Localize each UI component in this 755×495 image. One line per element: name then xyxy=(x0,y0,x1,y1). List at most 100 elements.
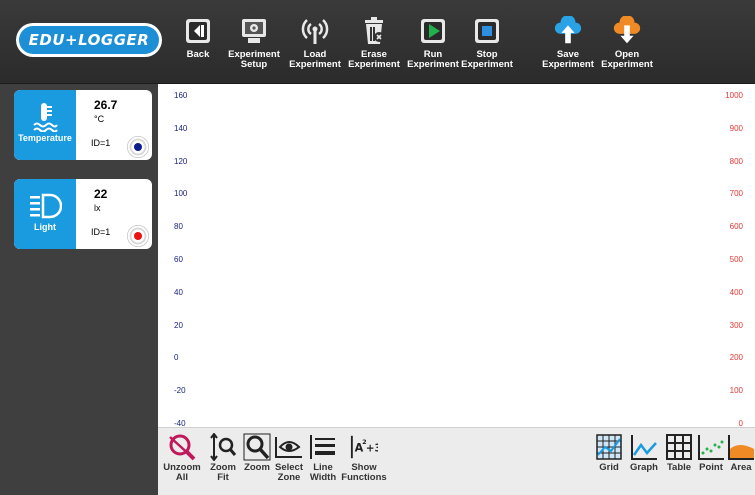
line-width-button[interactable]: Line Width xyxy=(308,433,338,483)
sensor-name: Light xyxy=(34,222,56,232)
cloud-download-icon xyxy=(612,16,642,46)
stop-experiment-button[interactable]: Stop Experiment xyxy=(458,16,516,80)
sensor-card-temperature[interactable]: Temperature 26.7 °C ID=1 xyxy=(14,90,152,160)
sensor-name: Temperature xyxy=(18,133,72,143)
unzoom-all-button[interactable]: Unzoom All xyxy=(162,433,202,483)
left-axis-tick: -20 xyxy=(174,386,186,396)
graph-icon xyxy=(630,433,658,461)
left-axis-tick: 40 xyxy=(174,287,183,297)
svg-text:+3: +3 xyxy=(366,443,378,455)
left-axis-tick: 0 xyxy=(174,353,179,363)
logo-text: EDU+LOGGER xyxy=(19,26,159,54)
left-axis-tick: 20 xyxy=(174,320,183,330)
load-experiment-label: Load Experiment xyxy=(289,49,341,70)
open-experiment-label: Open Experiment xyxy=(601,49,653,70)
right-axis-tick: 300 xyxy=(729,320,743,330)
area-label: Area xyxy=(730,462,752,473)
zoom-fit-label: Zoom Fit xyxy=(210,462,236,483)
zoom-button[interactable]: Zoom xyxy=(242,433,272,473)
experiment-setup-button[interactable]: Experiment Setup xyxy=(226,16,282,80)
left-axis-tick: 100 xyxy=(174,189,188,199)
right-axis-tick: 700 xyxy=(729,189,743,199)
right-axis-tick: 1000 xyxy=(725,91,743,100)
edu-logger-logo: EDU+LOGGER xyxy=(16,23,162,57)
sensor-id: ID=1 xyxy=(91,227,111,237)
right-axis-tick: 200 xyxy=(729,353,743,363)
grid-button[interactable]: Grid xyxy=(594,433,624,473)
right-axis-tick: 800 xyxy=(729,156,743,166)
select-zone-button[interactable]: Select Zone xyxy=(274,433,304,483)
erase-experiment-button[interactable]: Erase Experiment xyxy=(345,16,403,80)
show-functions-button[interactable]: A2+3 Show Functions xyxy=(340,433,388,483)
antenna-icon xyxy=(300,16,330,46)
thermometer-icon xyxy=(33,103,58,132)
sensor-color-dial[interactable] xyxy=(125,134,151,160)
grid-label: Grid xyxy=(599,462,619,473)
table-label: Table xyxy=(666,462,692,473)
graph-label: Graph xyxy=(630,462,658,473)
grid-icon xyxy=(595,433,623,461)
right-axis-tick: 400 xyxy=(729,287,743,297)
run-experiment-button[interactable]: Run Experiment xyxy=(404,16,462,80)
right-axis-tick: 100 xyxy=(729,386,743,396)
sensor-tile: Light xyxy=(14,179,76,249)
unzoom-icon xyxy=(168,433,196,461)
table-button[interactable]: Table xyxy=(663,433,695,473)
back-button[interactable]: Back xyxy=(180,16,216,80)
eye-icon xyxy=(275,433,303,461)
sensor-id: ID=1 xyxy=(91,138,111,148)
sensor-panel: Temperature 26.7 °C ID=1 Light 22 lx ID=… xyxy=(0,84,158,495)
zoom-fit-button[interactable]: Zoom Fit xyxy=(206,433,240,483)
zoom-fit-icon xyxy=(209,433,237,461)
series-color-dot xyxy=(134,232,142,240)
sensor-unit: lx xyxy=(94,203,101,213)
point-label: Point xyxy=(699,462,723,473)
right-axis-tick: 500 xyxy=(729,255,743,264)
cloud-upload-icon xyxy=(553,16,583,46)
left-axis-tick: 120 xyxy=(174,156,188,166)
back-icon xyxy=(183,16,213,46)
run-experiment-label: Run Experiment xyxy=(407,49,459,70)
line-width-icon xyxy=(309,433,337,461)
graph-area[interactable]: 160 140 120 100 80 60 40 20 0 -20 -40 1000 900 800 70… xyxy=(158,84,755,428)
save-experiment-label: Save Experiment xyxy=(542,49,594,70)
experiment-setup-label: Experiment Setup xyxy=(228,49,280,70)
point-button[interactable]: Point xyxy=(696,433,726,473)
left-axis-tick: 60 xyxy=(174,255,183,264)
top-toolbar: EDU+LOGGER Back Experiment Setup Load Ex… xyxy=(0,0,755,84)
stop-icon xyxy=(472,16,502,46)
left-axis-tick: 140 xyxy=(174,123,188,133)
play-icon xyxy=(418,16,448,46)
settings-monitor-icon xyxy=(239,16,269,46)
sensor-value: 22 xyxy=(94,187,108,201)
left-axis-tick: 80 xyxy=(174,222,183,232)
functions-icon: A2+3 xyxy=(350,433,378,461)
table-icon xyxy=(665,433,693,461)
line-width-label: Line Width xyxy=(309,462,337,483)
sensor-card-light[interactable]: Light 22 lx ID=1 xyxy=(14,179,152,249)
erase-experiment-label: Erase Experiment xyxy=(348,49,400,70)
load-experiment-button[interactable]: Load Experiment xyxy=(286,16,344,80)
sensor-value: 26.7 xyxy=(94,98,118,112)
series-color-dot xyxy=(134,143,142,151)
graph-button[interactable]: Graph xyxy=(626,433,662,473)
right-axis-tick: 600 xyxy=(729,222,743,232)
unzoom-all-label: Unzoom All xyxy=(163,462,201,483)
magnifier-icon xyxy=(243,433,271,461)
area-button[interactable]: Area xyxy=(727,433,755,473)
point-icon xyxy=(697,433,725,461)
sensor-color-dial[interactable] xyxy=(125,223,151,249)
light-icon xyxy=(30,193,62,219)
sensor-tile: Temperature xyxy=(14,90,76,160)
stop-experiment-label: Stop Experiment xyxy=(461,49,513,70)
show-functions-label: Show Functions xyxy=(341,462,387,483)
zoom-label: Zoom xyxy=(244,462,270,473)
trash-icon xyxy=(359,16,389,46)
right-axis-tick: 900 xyxy=(729,123,743,133)
bottom-toolbar: Unzoom All Zoom Fit Zoom Select Zone Lin… xyxy=(158,427,755,495)
open-experiment-button[interactable]: Open Experiment xyxy=(592,16,662,80)
left-axis-tick: 160 xyxy=(174,91,188,100)
sensor-unit: °C xyxy=(94,114,105,124)
select-zone-label: Select Zone xyxy=(275,462,303,483)
area-icon xyxy=(727,433,755,461)
